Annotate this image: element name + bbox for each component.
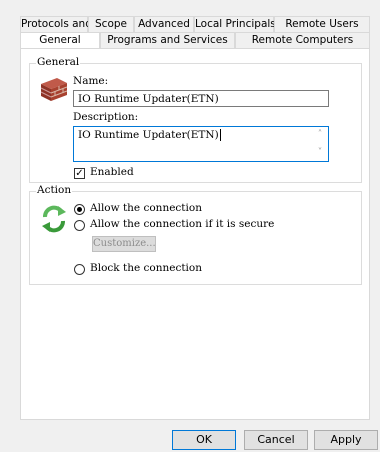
- description-text: IO Runtime Updater(ETN): [78, 129, 219, 141]
- tab-programs-and-services[interactable]: Programs and Services: [100, 32, 235, 48]
- block-connection-radio[interactable]: [74, 264, 85, 275]
- cancel-button[interactable]: Cancel: [244, 430, 308, 450]
- allow-if-secure-radio[interactable]: [74, 220, 85, 231]
- name-label: Name:: [73, 75, 109, 87]
- tab-remote-computers[interactable]: Remote Computers: [235, 32, 370, 48]
- action-group-title: Action: [36, 184, 73, 196]
- tab-scope[interactable]: Scope: [88, 16, 134, 32]
- tab-remote-users[interactable]: Remote Users: [274, 16, 370, 32]
- enabled-checkbox[interactable]: ✓: [74, 168, 85, 179]
- general-tab-panel: General Name: IO Runtime Updater(ETN) De…: [20, 48, 370, 420]
- tab-row-top: Protocols and Ports Scope Advanced Local…: [20, 16, 370, 32]
- general-group-title: General: [36, 56, 81, 68]
- refresh-arrows-icon: [42, 205, 66, 233]
- customize-button[interactable]: Customize...: [92, 236, 156, 252]
- apply-button[interactable]: Apply: [314, 430, 378, 450]
- enabled-label: Enabled: [90, 166, 134, 178]
- tab-advanced[interactable]: Advanced: [134, 16, 194, 32]
- firewall-brick-icon: [40, 78, 68, 101]
- allow-connection-radio[interactable]: [74, 204, 85, 215]
- block-connection-label: Block the connection: [90, 262, 202, 274]
- action-group: Action Allow the connection Allow the co…: [29, 184, 362, 285]
- tab-protocols-and-ports[interactable]: Protocols and Ports: [20, 16, 122, 32]
- general-group: General Name: IO Runtime Updater(ETN) De…: [29, 56, 362, 183]
- tab-general[interactable]: General: [20, 32, 100, 48]
- description-field[interactable]: IO Runtime Updater(ETN) ˄ ˅: [73, 126, 329, 162]
- tab-local-principals[interactable]: Local Principals: [194, 16, 276, 32]
- scroll-down-icon[interactable]: ˅: [318, 146, 323, 160]
- scroll-up-icon[interactable]: ˄: [318, 128, 323, 142]
- ok-button[interactable]: OK: [172, 430, 236, 450]
- allow-if-secure-label: Allow the connection if it is secure: [90, 218, 275, 230]
- tab-row-bottom: General Programs and Services Remote Com…: [20, 32, 370, 48]
- allow-connection-label: Allow the connection: [90, 202, 202, 214]
- description-label: Description:: [73, 111, 139, 123]
- description-scrollbar[interactable]: ˄ ˅: [313, 128, 327, 160]
- name-field[interactable]: IO Runtime Updater(ETN): [73, 90, 329, 107]
